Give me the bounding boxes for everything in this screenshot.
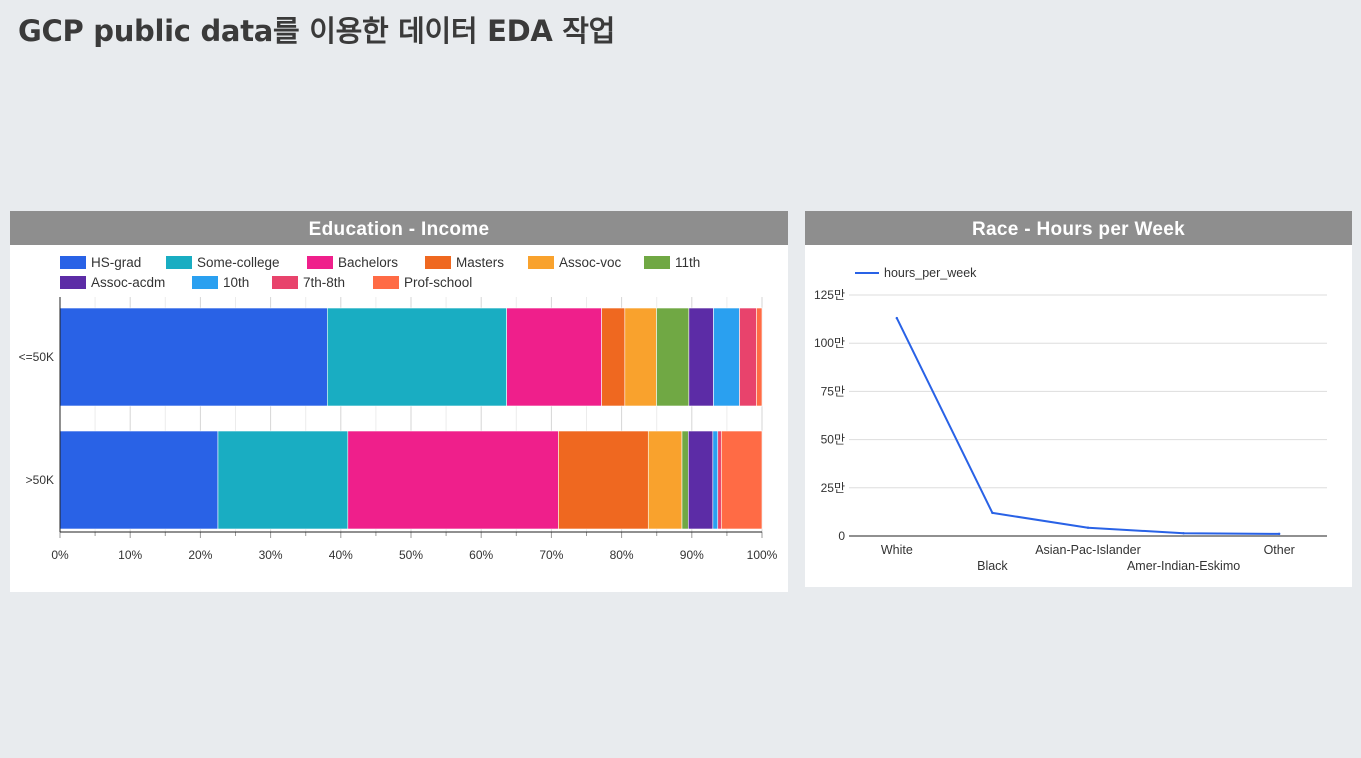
- data-point-amer-indian-eskimo: [1182, 532, 1185, 535]
- bar-segment-50k-masters: [558, 430, 649, 530]
- x-category-label: Asian-Pac-Islander: [1035, 543, 1141, 557]
- x-tick-label: 100%: [747, 548, 778, 562]
- bar-segment-50k-assoc-acdm: [688, 307, 714, 407]
- legend-label-bachelors: Bachelors: [338, 255, 398, 270]
- x-tick-label: 60%: [469, 548, 493, 562]
- x-tick-label: 10%: [118, 548, 142, 562]
- legend-label-some-college: Some-college: [197, 255, 280, 270]
- x-category-label: Black: [977, 559, 1008, 573]
- data-point-asian-pac-islander: [1086, 526, 1090, 529]
- y-tick-label: 0: [838, 529, 845, 543]
- bar-segment-50k-assoc-voc: [624, 307, 657, 407]
- x-tick-label: 90%: [680, 548, 704, 562]
- series-line-hours-per-week: [895, 317, 1280, 535]
- race-hours-title: Race - Hours per Week: [805, 211, 1352, 245]
- y-category-label: <=50K: [19, 350, 54, 364]
- x-category-label: Amer-Indian-Eskimo: [1127, 559, 1240, 573]
- race-hours-panel: Race - Hours per Week hours_per_week 0 25만…: [805, 211, 1352, 587]
- x-tick-label: 80%: [610, 548, 634, 562]
- data-point-other: [1278, 532, 1281, 536]
- legend-swatch-masters: [425, 256, 451, 269]
- bar-segment-50k-assoc-acdm: [687, 430, 714, 530]
- x-category-label: Other: [1264, 543, 1295, 557]
- x-tick-label: 50%: [399, 548, 423, 562]
- bar-segment-50k-hs-grad: [59, 430, 219, 530]
- page-title: GCP public data를 이용한 데이터 EDA 작업: [18, 14, 616, 48]
- legend-swatch-some-college: [166, 256, 192, 269]
- legend-swatch-prof-school: [373, 276, 399, 289]
- legend-label-hours-per-week: hours_per_week: [884, 266, 977, 280]
- bar-segment-50k-7th-8th: [717, 430, 722, 530]
- bar-segment-50k-masters: [601, 307, 626, 407]
- legend-label-hs-grad: HS-grad: [91, 255, 141, 270]
- legend-label-assoc-voc: Assoc-voc: [559, 255, 622, 270]
- y-tick-label: 25만: [821, 481, 845, 495]
- bar-segment-50k-bachelors: [347, 430, 559, 530]
- y-tick-label: 50만: [821, 433, 845, 447]
- education-income-panel: Education - Income HS-grad Some-college Ba…: [10, 211, 788, 592]
- education-income-chart: HS-grad Some-college Bachelors Masters Assoc…: [19, 255, 778, 562]
- bar-segment-50k-bachelors: [506, 307, 602, 407]
- y-category-label: >50K: [26, 473, 54, 487]
- x-tick-label: 70%: [539, 548, 563, 562]
- x-tick-label: 20%: [188, 548, 212, 562]
- y-tick-label: 125만: [814, 288, 845, 302]
- legend-label-11th: 11th: [675, 255, 700, 270]
- race-hours-chart: hours_per_week 0 25만 50만 75만 100만 125만 White Bla…: [814, 266, 1327, 573]
- bar-segment-50k-assoc-voc: [647, 430, 683, 530]
- bar-segment-50k-7th-8th: [739, 307, 757, 407]
- bar-segment-50k-prof-school: [720, 430, 763, 530]
- legend-label-7th-8th: 7th-8th: [303, 275, 345, 290]
- bar-segment-50k-some-college: [217, 430, 349, 530]
- legend-label-10th: 10th: [223, 275, 249, 290]
- bar-segment-50k-11th: [681, 430, 689, 530]
- bar-segment-50k-11th: [656, 307, 690, 407]
- y-tick-label: 75만: [821, 384, 845, 398]
- legend-swatch-11th: [644, 256, 670, 269]
- bar-segment-50k-10th: [712, 430, 719, 530]
- legend-swatch-hs-grad: [60, 256, 86, 269]
- x-tick-label: 0%: [51, 548, 69, 562]
- legend-swatch-assoc-acdm: [60, 276, 86, 289]
- bar-segment-50k-10th: [713, 307, 740, 407]
- education-income-title: Education - Income: [10, 211, 788, 245]
- legend-swatch-7th-8th: [272, 276, 298, 289]
- legend-label-masters: Masters: [456, 255, 504, 270]
- legend-swatch-10th: [192, 276, 218, 289]
- bar-segment-50k-hs-grad: [59, 307, 328, 407]
- bar-segment-50k-prof-school: [756, 307, 763, 407]
- legend-swatch-assoc-voc: [528, 256, 554, 269]
- data-point-black: [991, 511, 994, 515]
- legend-swatch-bachelors: [307, 256, 333, 269]
- legend-label-prof-school: Prof-school: [404, 275, 472, 290]
- x-category-label: White: [881, 543, 913, 557]
- y-tick-label: 100만: [814, 336, 845, 350]
- bar-segment-50k-some-college: [326, 307, 507, 407]
- data-point-white: [895, 316, 898, 320]
- x-tick-label: 40%: [329, 548, 353, 562]
- legend-label-assoc-acdm: Assoc-acdm: [91, 275, 165, 290]
- x-tick-label: 30%: [259, 548, 283, 562]
